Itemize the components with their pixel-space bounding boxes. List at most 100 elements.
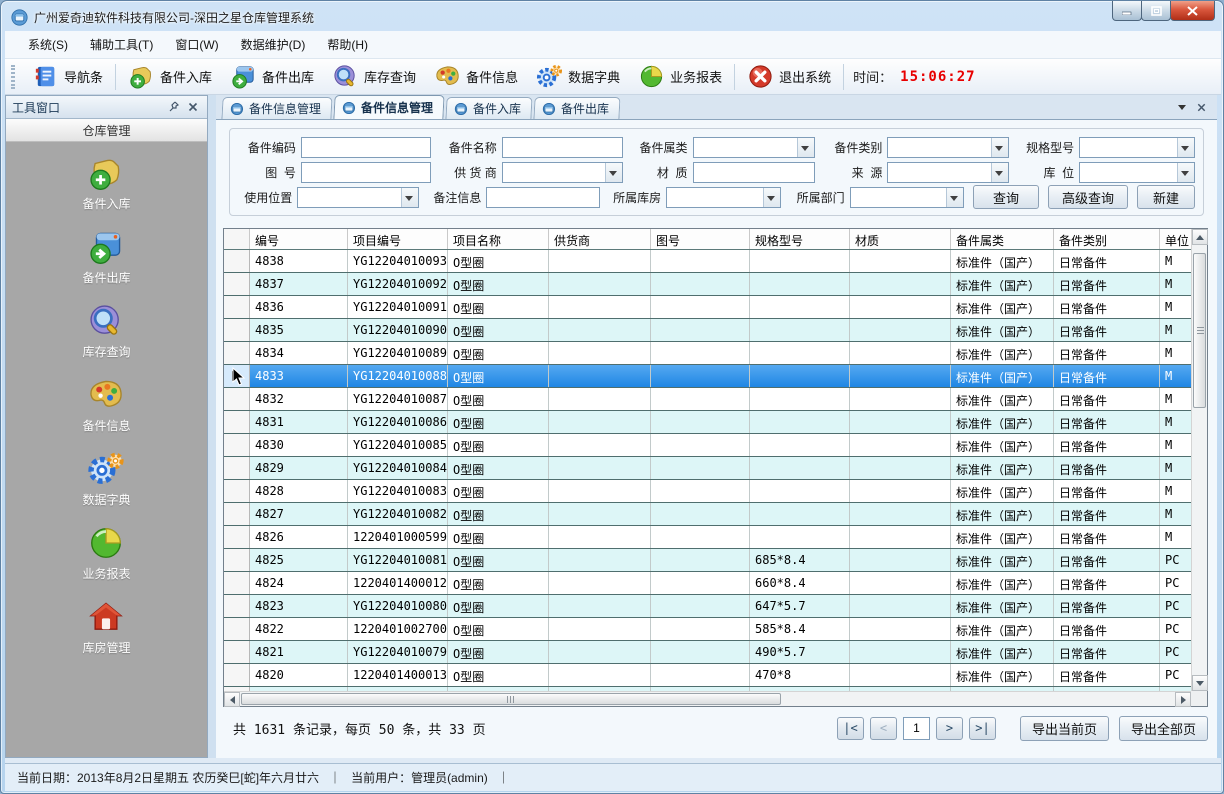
table-cell[interactable]: 标准件（国产） [951,388,1054,410]
table-cell[interactable]: YG12204010086 [348,411,448,433]
parts-name-input[interactable] [502,137,623,158]
scroll-right-button[interactable] [1175,692,1191,707]
table-cell[interactable] [651,319,750,341]
table-row[interactable]: 4837YG12204010092O型圈标准件（国产）日常备件M [224,273,1191,296]
table-cell[interactable] [651,526,750,548]
table-cell[interactable] [651,503,750,525]
table-cell[interactable]: 4836 [250,296,348,318]
sidebar-item-data-dictionary[interactable]: 数据字典 [82,450,130,508]
table-cell[interactable] [750,526,850,548]
sidebar-item-parts-info[interactable]: 备件信息 [82,376,130,434]
panel-close-button[interactable] [185,99,201,115]
sidebar-item-business-report[interactable]: 业务报表 [82,524,130,582]
first-page-button[interactable]: |< [837,717,864,740]
row-selector-cell[interactable] [224,526,250,548]
row-selector-cell[interactable] [224,388,250,410]
scroll-left-button[interactable] [224,692,240,707]
table-cell[interactable] [549,641,651,663]
table-cell[interactable]: O型圈 [448,388,549,410]
parts-type-select[interactable] [887,137,1009,158]
table-cell[interactable] [549,411,651,433]
sidebar-item-parts-outbound[interactable]: 备件出库 [82,228,130,286]
table-cell[interactable] [549,296,651,318]
table-cell[interactable]: 标准件（国产） [951,503,1054,525]
table-cell[interactable] [850,549,951,571]
table-cell[interactable] [651,434,750,456]
table-cell[interactable]: 日常备件 [1054,503,1160,525]
export-all-pages-button[interactable]: 导出全部页 [1119,716,1208,741]
table-cell[interactable]: 490*5.7 [750,641,850,663]
row-selector-cell[interactable] [224,434,250,456]
table-cell[interactable]: 647*5.7 [750,595,850,617]
table-cell[interactable]: 日常备件 [1054,434,1160,456]
table-cell[interactable]: O型圈 [448,342,549,364]
page-number-input[interactable]: 1 [903,717,930,740]
table-cell[interactable]: 日常备件 [1054,411,1160,433]
row-selector-cell[interactable] [224,273,250,295]
table-cell[interactable]: 4820 [250,664,348,686]
table-cell[interactable]: YG12204010089 [348,342,448,364]
table-cell[interactable]: O型圈 [448,595,549,617]
source-select[interactable] [887,162,1009,183]
row-selector-cell[interactable] [224,595,250,617]
panel-splitter[interactable] [208,95,216,758]
tab-close-icon[interactable] [1196,102,1207,113]
table-cell[interactable]: M [1160,365,1191,387]
table-cell[interactable] [850,457,951,479]
menu-system[interactable]: 系统(S) [17,31,79,58]
table-cell[interactable] [750,411,850,433]
advanced-query-button[interactable]: 高级查询 [1048,185,1128,209]
table-cell[interactable] [850,434,951,456]
table-cell[interactable] [651,618,750,640]
scroll-down-button[interactable] [1192,675,1208,691]
table-cell[interactable]: M [1160,296,1191,318]
table-cell[interactable] [549,595,651,617]
table-cell[interactable]: 日常备件 [1054,342,1160,364]
table-row[interactable]: 4825YG12204010081O型圈685*8.4标准件（国产）日常备件PC [224,549,1191,572]
table-cell[interactable]: 4822 [250,618,348,640]
table-cell[interactable]: 日常备件 [1054,296,1160,318]
table-cell[interactable] [850,342,951,364]
table-cell[interactable]: 标准件（国产） [951,319,1054,341]
table-cell[interactable]: YG12204010081 [348,549,448,571]
table-cell[interactable] [850,411,951,433]
pin-button[interactable] [166,99,182,115]
table-cell[interactable] [549,457,651,479]
table-cell[interactable]: PC [1160,641,1191,663]
row-selector-cell[interactable] [224,457,250,479]
table-cell[interactable] [549,664,651,686]
column-header[interactable]: 编号 [250,229,348,249]
table-cell[interactable]: 日常备件 [1054,457,1160,479]
table-cell[interactable]: 日常备件 [1054,388,1160,410]
table-cell[interactable] [549,480,651,502]
table-cell[interactable] [549,549,651,571]
toolbar-parts-outbound[interactable]: 备件出库 [221,60,323,93]
remark-input[interactable] [486,187,599,208]
table-cell[interactable]: 4837 [250,273,348,295]
table-cell[interactable] [651,549,750,571]
tab-parts-outbound[interactable]: 备件出库 [533,97,620,119]
table-cell[interactable]: 日常备件 [1054,595,1160,617]
table-cell[interactable]: 4821 [250,641,348,663]
table-cell[interactable] [850,388,951,410]
sidebar-item-warehouse-mgmt[interactable]: 库房管理 [82,598,130,656]
row-selector-cell[interactable] [224,503,250,525]
toolbar-grip[interactable] [11,65,15,89]
table-cell[interactable]: 1220401400012 [348,572,448,594]
supplier-select[interactable] [502,162,623,183]
table-cell[interactable]: 4825 [250,549,348,571]
dropdown-arrow-icon[interactable] [991,138,1008,157]
table-cell[interactable] [850,618,951,640]
table-cell[interactable]: 标准件（国产） [951,457,1054,479]
toolbar-exit-system[interactable]: 退出系统 [738,60,840,93]
table-cell[interactable]: 标准件（国产） [951,549,1054,571]
table-cell[interactable] [750,480,850,502]
table-cell[interactable]: 1220401002700 [348,618,448,640]
table-cell[interactable]: M [1160,388,1191,410]
table-cell[interactable]: 4838 [250,250,348,272]
table-cell[interactable]: YG12204010090 [348,319,448,341]
table-row[interactable]: 48241220401400012O型圈660*8.4标准件（国产）日常备件PC [224,572,1191,595]
table-row[interactable]: 4830YG12204010085O型圈标准件（国产）日常备件M [224,434,1191,457]
row-selector-cell[interactable] [224,411,250,433]
table-cell[interactable]: O型圈 [448,250,549,272]
